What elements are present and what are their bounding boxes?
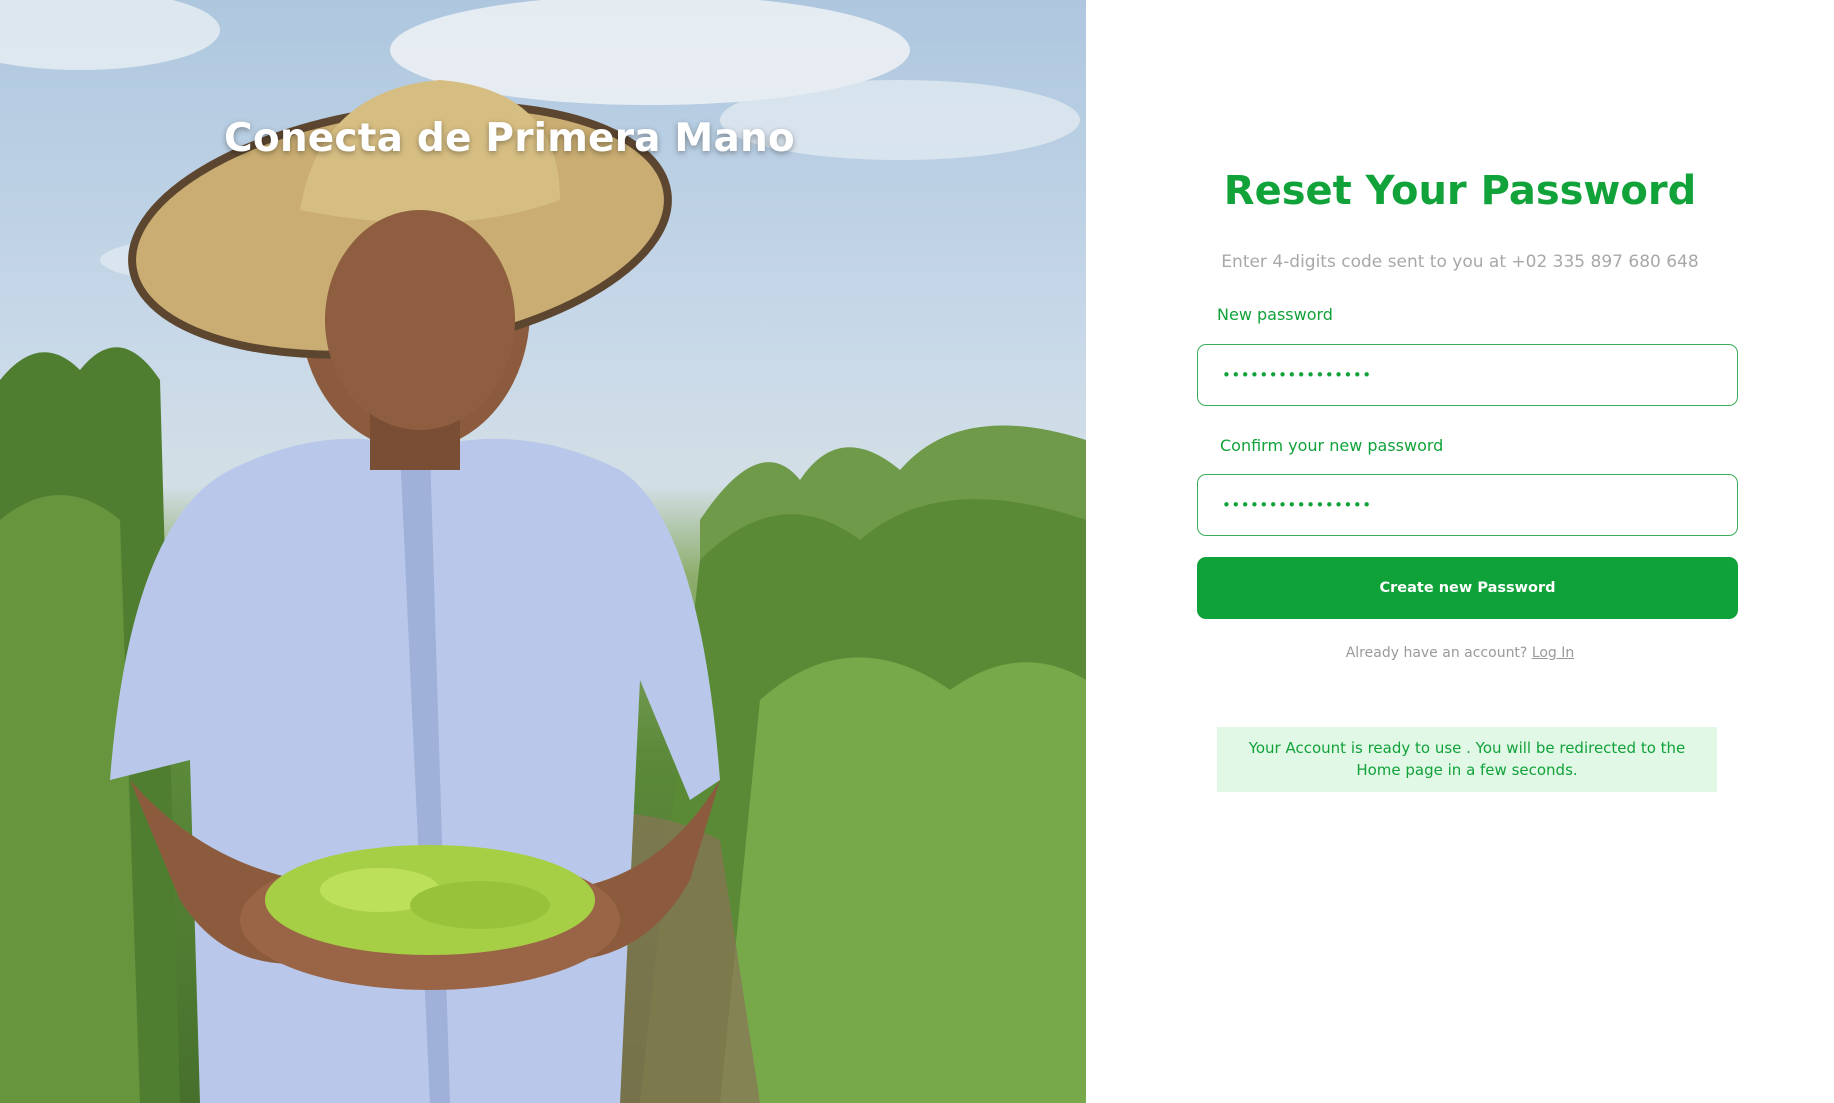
page-title: Reset Your Password — [1223, 168, 1697, 214]
login-prompt-text: Already have an account? — [1345, 645, 1528, 661]
confirm-password-input[interactable] — [1197, 474, 1738, 536]
create-new-password-button[interactable]: Create new Password — [1197, 557, 1738, 619]
reset-form-panel: Reset Your Password Enter 4-digits code … — [1086, 0, 1834, 1103]
reset-password-page: Conecta de Primera Mano Reset Your Passw… — [0, 0, 1834, 1103]
login-prompt: Already have an account? Log In — [1086, 645, 1834, 661]
login-link[interactable]: Log In — [1532, 645, 1574, 661]
farmer-photo — [0, 0, 1086, 1103]
code-sent-subtitle: Enter 4-digits code sent to you at +02 3… — [1221, 252, 1699, 272]
confirm-password-label: Confirm your new password — [1220, 436, 1444, 455]
hero-title: Conecta de Primera Mano — [224, 116, 795, 161]
hero-panel: Conecta de Primera Mano — [0, 0, 1086, 1103]
new-password-label: New password — [1217, 305, 1333, 324]
new-password-input[interactable] — [1197, 344, 1738, 406]
success-notice: Your Account is ready to use . You will … — [1217, 727, 1717, 792]
